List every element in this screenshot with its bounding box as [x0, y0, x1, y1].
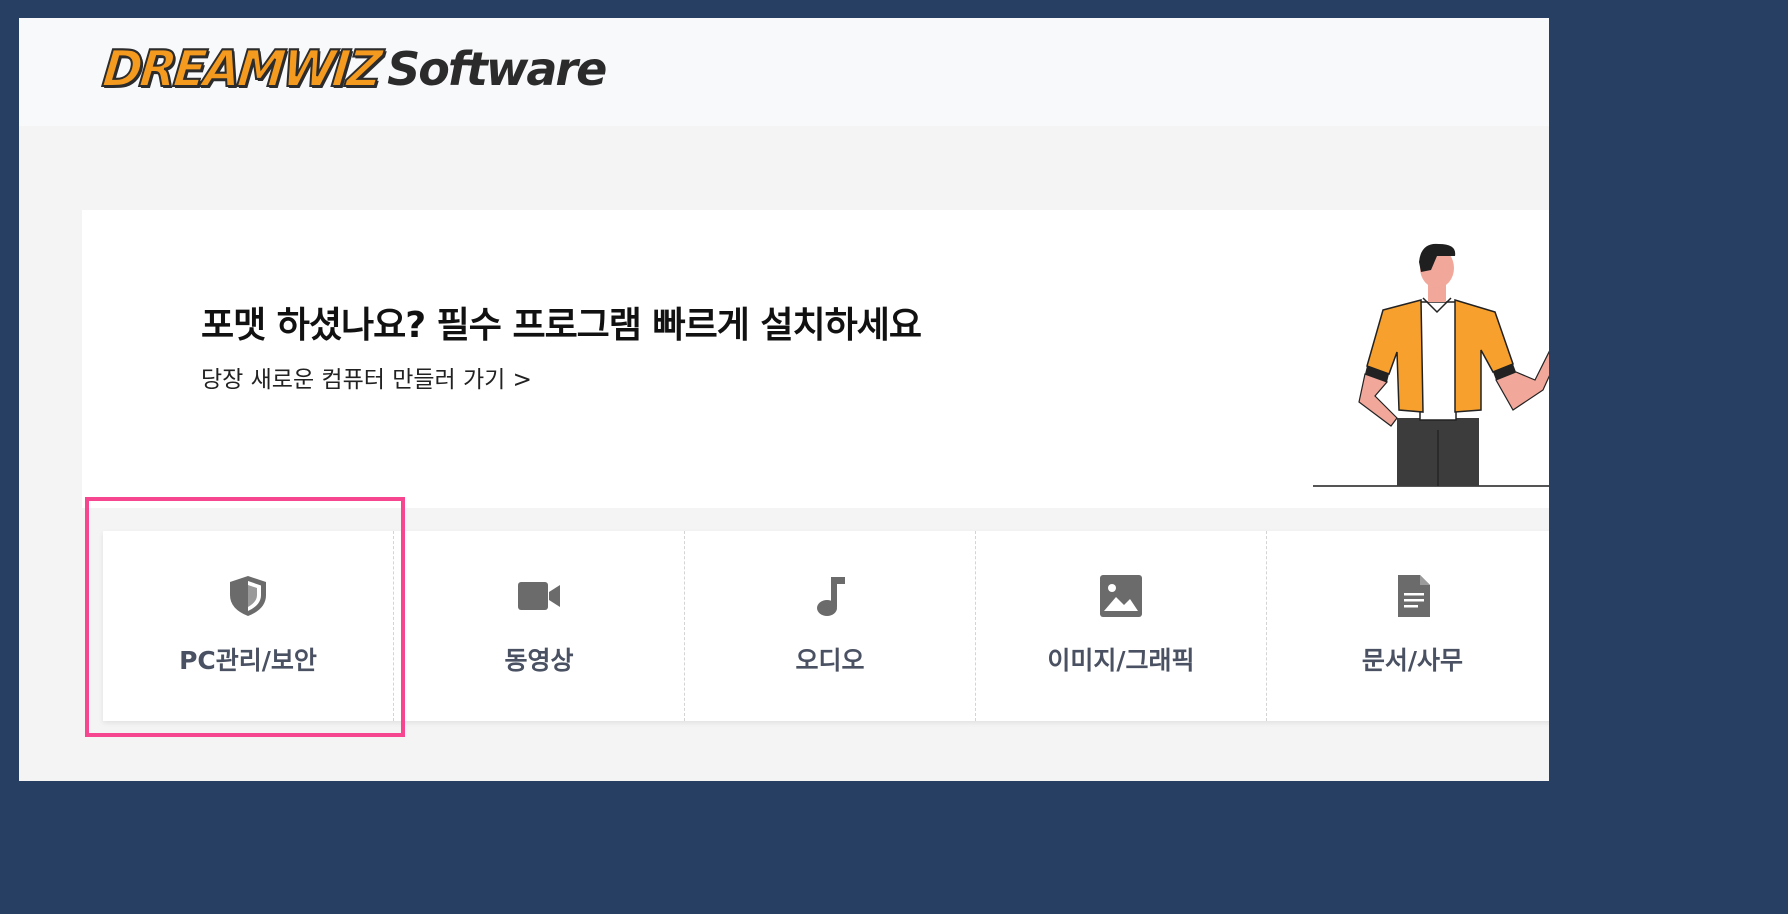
category-image-graphic[interactable]: 이미지/그래픽 — [976, 531, 1267, 721]
category-label: 동영상 — [504, 646, 574, 675]
banner-link[interactable]: 당장 새로운 컴퓨터 만들러 가기 > — [201, 360, 532, 394]
person-illustration-icon — [1313, 243, 1549, 487]
logo-dreamwiz-text: DREAMWIZ — [99, 39, 383, 100]
shield-icon — [230, 576, 266, 616]
category-label: 이미지/그래픽 — [1047, 646, 1195, 675]
category-pc-security[interactable]: PC관리/보안 — [103, 531, 394, 721]
video-camera-icon — [518, 582, 560, 610]
image-icon — [1100, 575, 1142, 617]
category-document-office[interactable]: 문서/사무 — [1267, 531, 1549, 721]
category-nav: PC관리/보안 동영상 오디오 이미지/그래픽 문서/사무 — [103, 531, 1549, 721]
promo-banner: 포맷 하셨나요? 필수 프로그램 빠르게 설치하세요 당장 새로운 컴퓨터 만들… — [82, 210, 1549, 508]
logo-software-text: Software — [387, 42, 607, 96]
category-label: 오디오 — [795, 646, 865, 675]
category-video[interactable]: 동영상 — [394, 531, 685, 721]
dreamwiz-software-logo[interactable]: DREAMWIZ Software — [99, 38, 607, 100]
category-label: PC관리/보안 — [179, 646, 317, 675]
category-label: 문서/사무 — [1361, 646, 1464, 675]
banner-title: 포맷 하셨나요? 필수 프로그램 빠르게 설치하세요 — [201, 305, 922, 346]
document-icon — [1397, 575, 1430, 617]
music-note-icon — [817, 577, 845, 616]
category-audio[interactable]: 오디오 — [685, 531, 976, 721]
page-frame: DREAMWIZ Software 포맷 하셨나요? 필수 프로그램 빠르게 설… — [19, 18, 1549, 781]
site-header: DREAMWIZ Software — [19, 18, 1549, 126]
